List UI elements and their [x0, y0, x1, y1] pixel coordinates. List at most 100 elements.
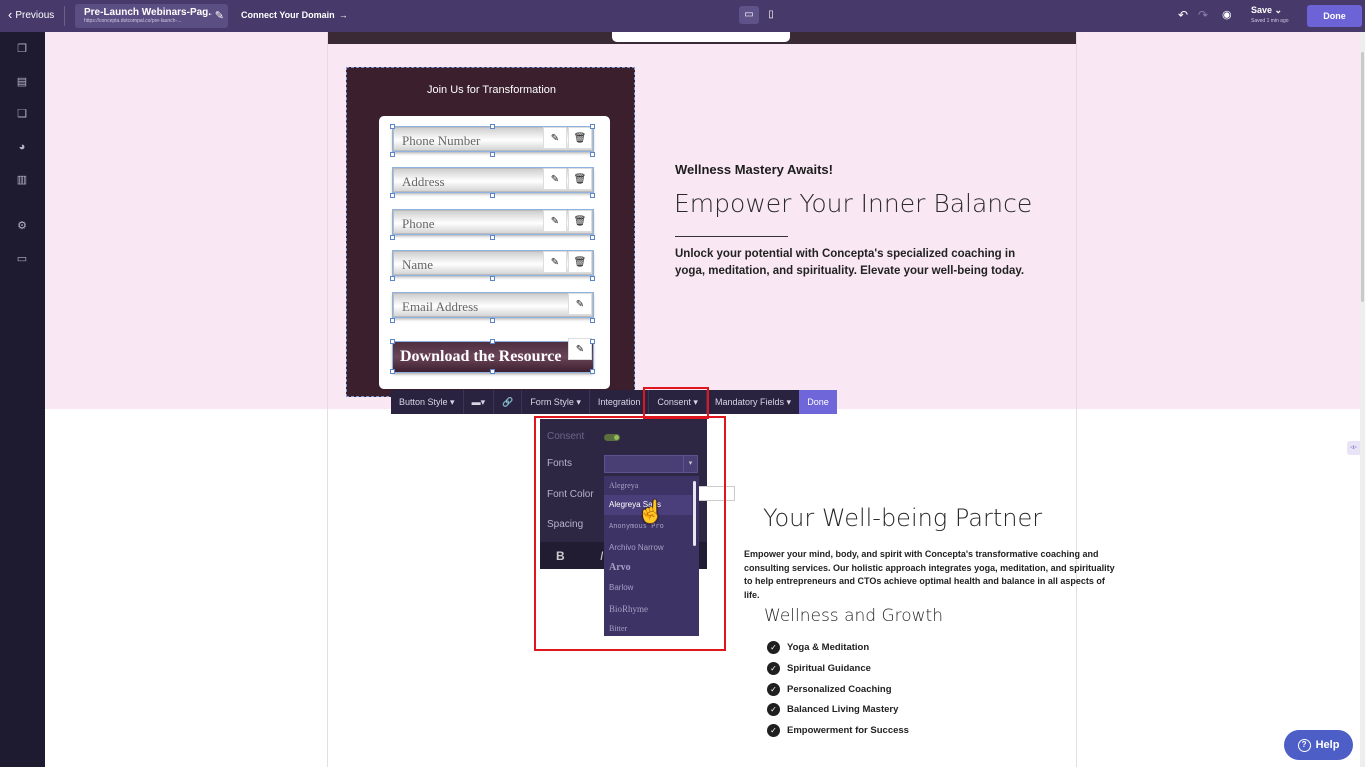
- resize-handle[interactable]: [590, 369, 595, 374]
- resize-handle[interactable]: [490, 339, 495, 344]
- pencil-icon[interactable]: ✎: [543, 251, 567, 273]
- monitor-icon[interactable]: ▭: [15, 252, 29, 266]
- resize-handle[interactable]: [590, 276, 595, 281]
- layout-guide-left: [327, 32, 328, 767]
- gear-icon[interactable]: ⚙: [15, 219, 29, 233]
- pencil-icon[interactable]: ✎: [543, 210, 567, 232]
- hero-eyebrow: Wellness Mastery Awaits!: [675, 162, 833, 177]
- resize-handle[interactable]: [590, 318, 595, 323]
- layers-icon[interactable]: ❐: [15, 42, 29, 56]
- hero-section[interactable]: [45, 32, 1360, 409]
- link-icon[interactable]: 🔗: [494, 390, 523, 414]
- resize-handle[interactable]: [490, 369, 495, 374]
- left-sidebar: ❐ ▤ ❏ ◕ ▥ ⚙ ▭: [0, 32, 45, 767]
- resize-handle[interactable]: [590, 193, 595, 198]
- trash-icon[interactable]: 🗑: [568, 168, 592, 190]
- list-item: ✓ Balanced Living Mastery: [767, 702, 898, 716]
- field-placeholder: Name: [402, 257, 434, 272]
- mobile-view-icon[interactable]: ▯: [761, 6, 781, 24]
- comment-icon[interactable]: ▬▾: [464, 390, 495, 414]
- layout-guide-right: [1076, 32, 1077, 767]
- integration-menu[interactable]: Integration: [590, 390, 650, 414]
- form-card[interactable]: Phone Number ✎ 🗑 Address ✎ 🗑 Phone ✎ 🗑 N…: [379, 116, 610, 389]
- check-circle-icon: ✓: [767, 640, 780, 654]
- pencil-icon[interactable]: ✎: [568, 338, 592, 360]
- connect-domain-button[interactable]: Connect Your Domain →: [241, 10, 348, 20]
- resize-handle[interactable]: [390, 318, 395, 323]
- resize-handle[interactable]: [590, 339, 595, 344]
- undo-icon[interactable]: ↶: [1178, 8, 1188, 22]
- form-style-menu[interactable]: Form Style ▾: [522, 390, 590, 414]
- hand-cursor-icon: ☝: [637, 499, 665, 524]
- resize-handle[interactable]: [390, 369, 395, 374]
- field-placeholder: Email Address: [402, 299, 479, 314]
- pencil-icon[interactable]: ✎: [543, 168, 567, 190]
- previous-button[interactable]: ‹ Previous: [8, 7, 55, 22]
- resize-handle[interactable]: [390, 339, 395, 344]
- resize-handle[interactable]: [590, 152, 595, 157]
- list-item: ✓ Yoga & Meditation: [767, 640, 869, 654]
- divider: [64, 6, 65, 26]
- scrollbar-thumb[interactable]: [1361, 52, 1364, 302]
- trash-icon[interactable]: 🗑: [568, 210, 592, 232]
- resize-handle[interactable]: [490, 235, 495, 240]
- hero-body: Unlock your potential with Concepta's sp…: [675, 248, 1025, 277]
- resize-handle[interactable]: [390, 152, 395, 157]
- desktop-view-icon[interactable]: ▭: [739, 6, 759, 24]
- list-item: ✓ Spiritual Guidance: [767, 661, 871, 675]
- chevron-down-icon: ⌄: [1274, 5, 1283, 15]
- trash-icon[interactable]: 🗑: [568, 127, 592, 149]
- section-subtitle: Wellness and Growth: [764, 606, 943, 626]
- done-button[interactable]: Done: [1307, 5, 1362, 27]
- question-icon: ?: [1297, 738, 1311, 752]
- list-item: ✓ Empowerment for Success: [767, 723, 909, 737]
- page-url: https://concepta.dotcompal.co/pre-launch…: [84, 18, 182, 24]
- pencil-icon[interactable]: ✎: [568, 293, 592, 315]
- preview-eye-icon[interactable]: ◉: [1222, 8, 1232, 21]
- pages-icon[interactable]: ❏: [15, 107, 29, 121]
- resize-handle[interactable]: [590, 235, 595, 240]
- field-placeholder: Phone: [402, 216, 435, 231]
- resize-handle[interactable]: [590, 124, 595, 129]
- help-button[interactable]: ? Help: [1284, 730, 1353, 760]
- check-circle-icon: ✓: [767, 682, 780, 696]
- pencil-icon[interactable]: ✎: [543, 127, 567, 149]
- canvas-scrollbar[interactable]: [1360, 32, 1365, 767]
- resize-handle[interactable]: [490, 152, 495, 157]
- resize-handle[interactable]: [490, 193, 495, 198]
- page-selector[interactable]: Pre-Launch Webinars-Pag... https://conce…: [75, 4, 228, 28]
- resize-handle[interactable]: [390, 124, 395, 129]
- resize-handle[interactable]: [390, 276, 395, 281]
- resize-handle[interactable]: [490, 318, 495, 323]
- connect-domain-label: Connect Your Domain: [241, 10, 335, 20]
- sections-icon[interactable]: ▤: [15, 75, 29, 89]
- toolbar-done-button[interactable]: Done: [799, 390, 837, 414]
- button-style-menu[interactable]: Button Style ▾: [391, 390, 464, 414]
- previous-label: Previous: [15, 9, 55, 21]
- mandatory-fields-menu[interactable]: Mandatory Fields ▾: [707, 390, 799, 414]
- chevron-left-icon: ‹: [8, 7, 13, 22]
- resize-handle[interactable]: [390, 193, 395, 198]
- saved-status: Saved 1 min ago: [1251, 18, 1289, 24]
- optin-form-container[interactable]: Join Us for Transformation Phone Number …: [346, 67, 635, 397]
- resize-handle[interactable]: [490, 124, 495, 129]
- resize-handle[interactable]: [490, 276, 495, 281]
- check-circle-icon: ✓: [767, 661, 780, 675]
- form-title: Join Us for Transformation: [427, 84, 556, 96]
- redo-icon[interactable]: ↷: [1198, 8, 1208, 22]
- save-button[interactable]: Save ⌄: [1251, 5, 1282, 16]
- side-panel-tab[interactable]: ◃▹: [1347, 441, 1360, 455]
- save-label: Save: [1251, 5, 1273, 15]
- section-title: Your Well-being Partner: [763, 504, 1043, 532]
- element-toolbar: Button Style ▾ ▬▾ 🔗 Form Style ▾ Integra…: [391, 390, 799, 414]
- resize-handle[interactable]: [390, 235, 395, 240]
- check-circle-icon: ✓: [767, 723, 780, 737]
- edit-icon[interactable]: ✎: [215, 9, 224, 22]
- palette-icon[interactable]: ◕: [15, 140, 29, 154]
- field-placeholder: Address: [402, 174, 445, 189]
- trash-icon[interactable]: 🗑: [568, 251, 592, 273]
- email-address-field[interactable]: Email Address: [392, 292, 594, 318]
- clipboard-icon[interactable]: ▥: [15, 173, 29, 187]
- section-body: Empower your mind, body, and spirit with…: [744, 549, 1115, 600]
- download-resource-button[interactable]: Download the Resource: [392, 341, 594, 373]
